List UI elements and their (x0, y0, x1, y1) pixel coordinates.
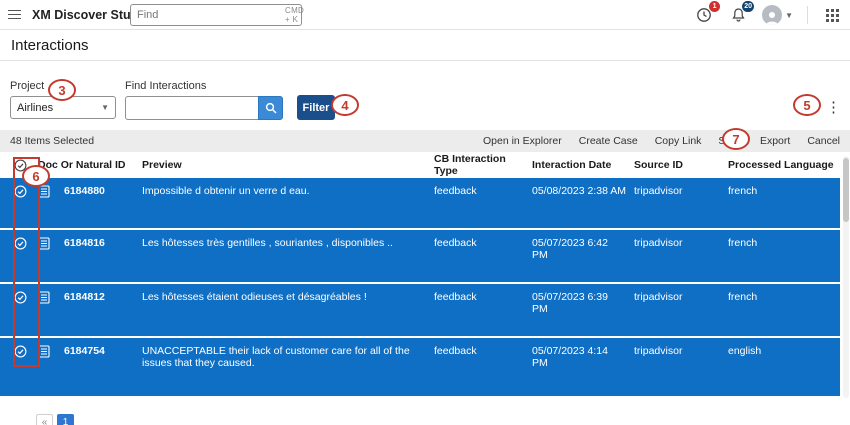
clock-badge: 1 (709, 1, 720, 12)
cancel-action[interactable]: Cancel (807, 135, 840, 147)
global-find-input[interactable] (131, 9, 285, 21)
scrollbar-thumb[interactable] (843, 158, 849, 222)
topbar: XM Discover Studio CMD + K 1 20 (0, 0, 850, 30)
row-source: tripadvisor (634, 291, 728, 303)
toolbar-actions: Open in Explorer Create Case Copy Link S… (483, 135, 840, 147)
search-icon (265, 102, 277, 114)
annotation-circle-4: 4 (331, 94, 359, 116)
document-icon[interactable] (38, 237, 64, 250)
select-chevron-icon: ▼ (101, 103, 109, 112)
table-row[interactable]: 6184812 Les hôtesses étaient odieuses et… (0, 284, 840, 338)
topbar-right: 1 20 ▼ (694, 0, 842, 30)
interactions-screen: XM Discover Studio CMD + K 1 20 (0, 0, 850, 425)
history-clock-icon[interactable]: 1 (694, 5, 714, 25)
document-icon[interactable] (38, 185, 64, 198)
selected-count: 48 Items Selected (10, 135, 94, 147)
annotation-circle-6: 6 (22, 165, 50, 187)
row-date: 05/08/2023 2:38 AM (532, 185, 634, 197)
row-language: french (728, 185, 840, 197)
hamburger-bars (8, 7, 21, 21)
row-id: 6184812 (64, 291, 142, 303)
global-find-box[interactable]: CMD + K (130, 4, 302, 26)
pagination-page-1[interactable]: 1 (57, 414, 74, 425)
table-row[interactable]: 6184816 Les hôtesses très gentilles , so… (0, 230, 840, 284)
annotation-circle-3: 3 (48, 79, 76, 101)
find-shortcut-hint: CMD + K (285, 6, 310, 24)
user-menu[interactable]: ▼ (762, 5, 793, 25)
hamburger-menu-icon[interactable] (0, 7, 28, 21)
notifications-bell-icon[interactable]: 20 (728, 5, 748, 25)
column-header-id[interactable]: Doc Or Natural ID (38, 159, 142, 171)
filter-button[interactable]: Filter (297, 95, 335, 120)
grid-glyph (826, 9, 839, 22)
app-grid-icon[interactable] (822, 5, 842, 25)
chevron-down-icon: ▼ (785, 11, 793, 20)
row-type: feedback (434, 185, 532, 197)
find-interactions-label: Find Interactions (125, 80, 283, 92)
topbar-divider (807, 6, 808, 24)
row-type: feedback (434, 237, 532, 249)
row-language: english (728, 345, 840, 357)
pagination-prev-button[interactable]: « (36, 414, 53, 425)
row-source: tripadvisor (634, 345, 728, 357)
create-case-action[interactable]: Create Case (579, 135, 638, 147)
table-header-row: Doc Or Natural ID Preview CB Interaction… (0, 152, 840, 178)
row-type: feedback (434, 345, 532, 357)
annotation-rectangle-checkbox-column (13, 157, 40, 367)
row-preview: Les hôtesses étaient odieuses et désagré… (142, 291, 434, 303)
row-date: 05/07/2023 6:42 PM (532, 237, 634, 261)
table-row[interactable]: 6184880 Impossible d obtenir un verre d … (0, 178, 840, 230)
row-id: 6184754 (64, 345, 142, 357)
page-title: Interactions (11, 37, 89, 54)
interactions-table: Doc Or Natural ID Preview CB Interaction… (0, 152, 840, 398)
find-interactions-input[interactable] (125, 96, 258, 120)
annotation-circle-5: 5 (793, 94, 821, 116)
person-icon (764, 10, 780, 25)
search-button[interactable] (258, 96, 283, 120)
project-select-value: Airlines (17, 102, 53, 114)
column-header-date[interactable]: Interaction Date (532, 159, 634, 171)
document-icon[interactable] (38, 291, 64, 304)
row-date: 05/07/2023 4:14 PM (532, 345, 634, 369)
row-id: 6184880 (64, 185, 142, 197)
column-header-type[interactable]: CB Interaction Type (434, 153, 532, 177)
open-in-explorer-action[interactable]: Open in Explorer (483, 135, 562, 147)
annotation-circle-7: 7 (722, 128, 750, 150)
row-source: tripadvisor (634, 237, 728, 249)
document-icon[interactable] (38, 345, 64, 358)
row-id: 6184816 (64, 237, 142, 249)
row-language: french (728, 237, 840, 249)
row-type: feedback (434, 291, 532, 303)
export-action[interactable]: Export (760, 135, 790, 147)
avatar (762, 5, 782, 25)
filters-row: Project Airlines ▼ Find Interactions Fil… (10, 80, 840, 126)
table-row[interactable]: 6184754 UNACCEPTABLE their lack of custo… (0, 338, 840, 398)
column-header-preview[interactable]: Preview (142, 159, 434, 171)
row-preview: UNACCEPTABLE their lack of customer care… (142, 345, 434, 369)
table-scrollbar[interactable] (843, 156, 849, 398)
copy-link-action[interactable]: Copy Link (655, 135, 702, 147)
page-title-bar: Interactions (0, 30, 850, 61)
more-options-kebab-icon[interactable]: ⋮ (826, 98, 840, 116)
row-date: 05/07/2023 6:39 PM (532, 291, 634, 315)
pagination: « 1 (36, 414, 74, 425)
row-source: tripadvisor (634, 185, 728, 197)
column-header-language[interactable]: Processed Language (728, 159, 840, 171)
row-preview: Les hôtesses très gentilles , souriantes… (142, 237, 434, 249)
column-header-source[interactable]: Source ID (634, 159, 728, 171)
row-language: french (728, 291, 840, 303)
find-interactions-field: Find Interactions (125, 80, 283, 120)
bell-badge: 20 (742, 1, 754, 12)
row-preview: Impossible d obtenir un verre d eau. (142, 185, 434, 197)
